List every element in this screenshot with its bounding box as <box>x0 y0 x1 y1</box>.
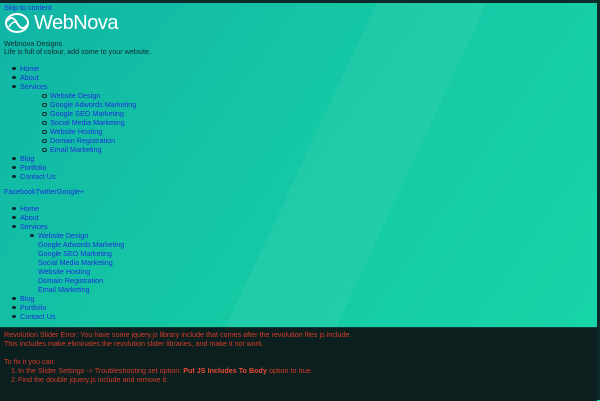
mobile-submenu-link-website-design[interactable]: Website Design <box>38 231 88 240</box>
mobile-menu-link-services[interactable]: Services <box>20 222 48 231</box>
menu-link-blog[interactable]: Blog <box>20 154 34 163</box>
submenu-link-email[interactable]: Email Marketing <box>50 145 102 154</box>
menu-item-blog: Blog <box>11 154 34 163</box>
mobile-menu-link-about[interactable]: About <box>20 213 39 222</box>
error-step-1-suffix: option to true. <box>268 366 313 375</box>
googleplus-link[interactable]: Google+ <box>57 187 84 196</box>
submenu-item-domain: Domain Registration <box>41 136 115 145</box>
submenu-link-social-media[interactable]: Social Media Marketing <box>50 118 125 127</box>
menu-item-services: Services <box>12 82 48 91</box>
mobile-submenu-item-email: Email Marketing <box>38 285 90 294</box>
site-logo[interactable]: WebNova <box>4 12 129 34</box>
top-border <box>0 0 600 3</box>
mobile-submenu-item-hosting: Website Hosting <box>38 267 90 276</box>
mobile-menu-link-contact[interactable]: Contact Us <box>20 312 56 321</box>
error-step-1: In the Slider Settings -> Troubleshootin… <box>18 366 313 375</box>
mobile-menu-item-blog: Blog <box>11 294 34 303</box>
slider-error-panel: Revolution Slider Error: You have some j… <box>0 327 597 401</box>
mobile-submenu-link-email[interactable]: Email Marketing <box>38 285 90 294</box>
menu-link-about[interactable]: About <box>20 73 39 82</box>
mobile-submenu-link-hosting[interactable]: Website Hosting <box>38 267 90 276</box>
submenu-link-hosting[interactable]: Website Hosting <box>50 127 102 136</box>
menu-link-portfolio[interactable]: Portfolio <box>20 163 46 172</box>
mobile-submenu-item-seo: Google SEO Marketing <box>38 249 112 258</box>
menu-link-services[interactable]: Services <box>20 82 48 91</box>
menu-item-portfolio: Portfolio <box>11 163 46 172</box>
skip-to-content-link[interactable]: Skip to content <box>4 3 52 12</box>
submenu-item-social-media: Social Media Marketing <box>42 118 125 127</box>
submenu-item-email: Email Marketing <box>42 145 102 154</box>
menu-item-contact: Contact Us <box>12 172 56 181</box>
site-tagline: Life is full of colour, add some to your… <box>4 47 152 56</box>
error-line-2: This includes make eliminates the revolu… <box>4 339 264 348</box>
error-step-2: Find the double jquery.js include and re… <box>18 375 169 384</box>
twitter-link[interactable]: Twitter <box>36 187 57 196</box>
mobile-submenu-link-domain[interactable]: Domain Registration <box>38 276 103 285</box>
mobile-menu-item-contact: Contact Us <box>12 312 56 321</box>
mobile-menu-item-services: Services <box>12 222 48 231</box>
submenu-link-domain[interactable]: Domain Registration <box>50 136 115 145</box>
mobile-menu-item-about: About <box>12 213 39 222</box>
mobile-submenu-item-adwords: Google Adwords Marketing <box>38 240 124 249</box>
error-step-1-prefix: In the Slider Settings -> Troubleshootin… <box>18 366 182 375</box>
submenu-item-adwords: Google Adwords Marketing <box>41 100 136 109</box>
submenu-item-seo: Google SEO Marketing <box>42 109 124 118</box>
mobile-submenu-item-social-media: Social Media Marketing <box>38 258 113 267</box>
mobile-submenu-link-social-media[interactable]: Social Media Marketing <box>38 258 113 267</box>
social-links: FacebookTwitterGoogle+ <box>4 187 84 196</box>
menu-link-contact[interactable]: Contact Us <box>20 172 56 181</box>
mobile-menu-link-home[interactable]: Home <box>20 204 39 213</box>
error-step-1-bold: Put JS Includes To Body <box>183 366 267 375</box>
facebook-link[interactable]: Facebook <box>4 187 36 196</box>
mobile-menu-item-home: Home <box>11 204 39 213</box>
menu-link-home[interactable]: Home <box>20 64 39 73</box>
mobile-submenu-item-website-design: Website Design <box>38 231 88 240</box>
submenu-item-hosting: Website Hosting <box>41 127 102 136</box>
submenu-item-website-design: Website Design <box>41 91 100 100</box>
submenu-link-seo[interactable]: Google SEO Marketing <box>50 109 124 118</box>
mobile-submenu-link-seo[interactable]: Google SEO Marketing <box>38 249 112 258</box>
mobile-submenu-item-domain: Domain Registration <box>38 276 103 285</box>
logo-text: WebNova <box>34 12 118 34</box>
error-step-1-number: 1. <box>11 366 17 375</box>
webnova-swirl-icon <box>5 13 29 33</box>
mobile-menu-item-portfolio: Portfolio <box>11 303 46 312</box>
menu-item-home: Home <box>11 64 39 73</box>
menu-item-about: About <box>12 73 39 82</box>
error-line-3: To fix it you can: <box>4 357 56 366</box>
submenu-link-adwords[interactable]: Google Adwords Marketing <box>50 100 136 109</box>
mobile-submenu-link-adwords[interactable]: Google Adwords Marketing <box>38 240 124 249</box>
submenu-link-website-design[interactable]: Website Design <box>50 91 100 100</box>
mobile-menu-link-blog[interactable]: Blog <box>20 294 34 303</box>
error-step-2-number: 2. <box>11 375 17 384</box>
error-line-1: Revolution Slider Error: You have some j… <box>4 330 352 339</box>
mobile-menu-link-portfolio[interactable]: Portfolio <box>20 303 46 312</box>
